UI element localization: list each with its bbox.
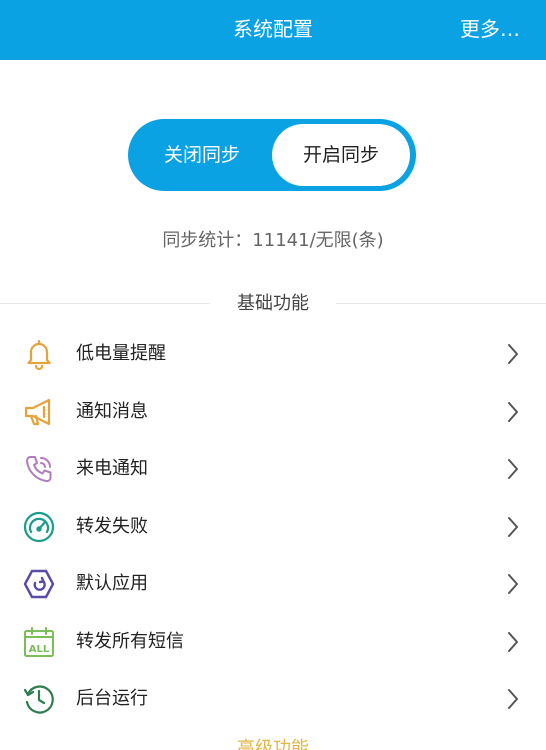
list-item-label: 通知消息 — [76, 400, 148, 422]
basic-function-list: 低电量提醒 通知消息 来电通知 转发失败 默认应用 ALL 转发所有短信 后台运… — [0, 325, 546, 728]
list-item-forward-all-sms[interactable]: ALL 转发所有短信 — [0, 613, 546, 671]
more-menu-button[interactable]: 更多… — [460, 0, 520, 60]
chevron-right-icon — [506, 343, 520, 365]
chevron-right-icon — [506, 573, 520, 595]
list-item-label: 后台运行 — [76, 688, 148, 709]
sync-toggle[interactable]: 关闭同步 开启同步 — [128, 119, 416, 191]
sync-on-option[interactable]: 开启同步 — [272, 124, 410, 186]
bell-icon — [22, 337, 56, 371]
clock-icon — [22, 682, 56, 716]
section-title-advanced: 高级功能 — [237, 738, 309, 750]
chevron-right-icon — [506, 401, 520, 423]
list-item-incoming-call[interactable]: 来电通知 — [0, 440, 546, 498]
list-item-default-app[interactable]: 默认应用 — [0, 555, 546, 613]
list-item-notification[interactable]: 通知消息 — [0, 383, 546, 441]
list-item-label: 默认应用 — [76, 573, 148, 594]
chevron-right-icon — [506, 688, 520, 710]
sync-off-option[interactable]: 关闭同步 — [128, 119, 276, 191]
chevron-right-icon — [506, 458, 520, 480]
gauge-icon — [22, 510, 56, 544]
list-item-label: 低电量提醒 — [76, 343, 166, 364]
chevron-right-icon — [506, 516, 520, 538]
app-hexagon-icon — [22, 567, 56, 601]
list-item-label: 转发所有短信 — [76, 630, 184, 652]
chevron-right-icon — [506, 631, 520, 653]
list-item-label: 来电通知 — [76, 458, 148, 479]
list-item-forward-failed[interactable]: 转发失败 — [0, 498, 546, 556]
list-item-background-run[interactable]: 后台运行 — [0, 670, 546, 728]
megaphone-icon — [22, 395, 56, 429]
list-item-label: 转发失败 — [76, 515, 148, 537]
top-bar: 系统配置 更多… — [0, 0, 546, 60]
section-title-basic: 基础功能 — [227, 293, 319, 314]
list-item-low-battery[interactable]: 低电量提醒 — [0, 325, 546, 383]
section-header-basic: 基础功能 — [0, 289, 546, 319]
phone-icon — [22, 452, 56, 486]
svg-text:ALL: ALL — [29, 644, 50, 655]
all-calendar-icon: ALL — [22, 625, 56, 659]
sync-stats: 同步统计：11141/无限(条) — [162, 230, 384, 251]
